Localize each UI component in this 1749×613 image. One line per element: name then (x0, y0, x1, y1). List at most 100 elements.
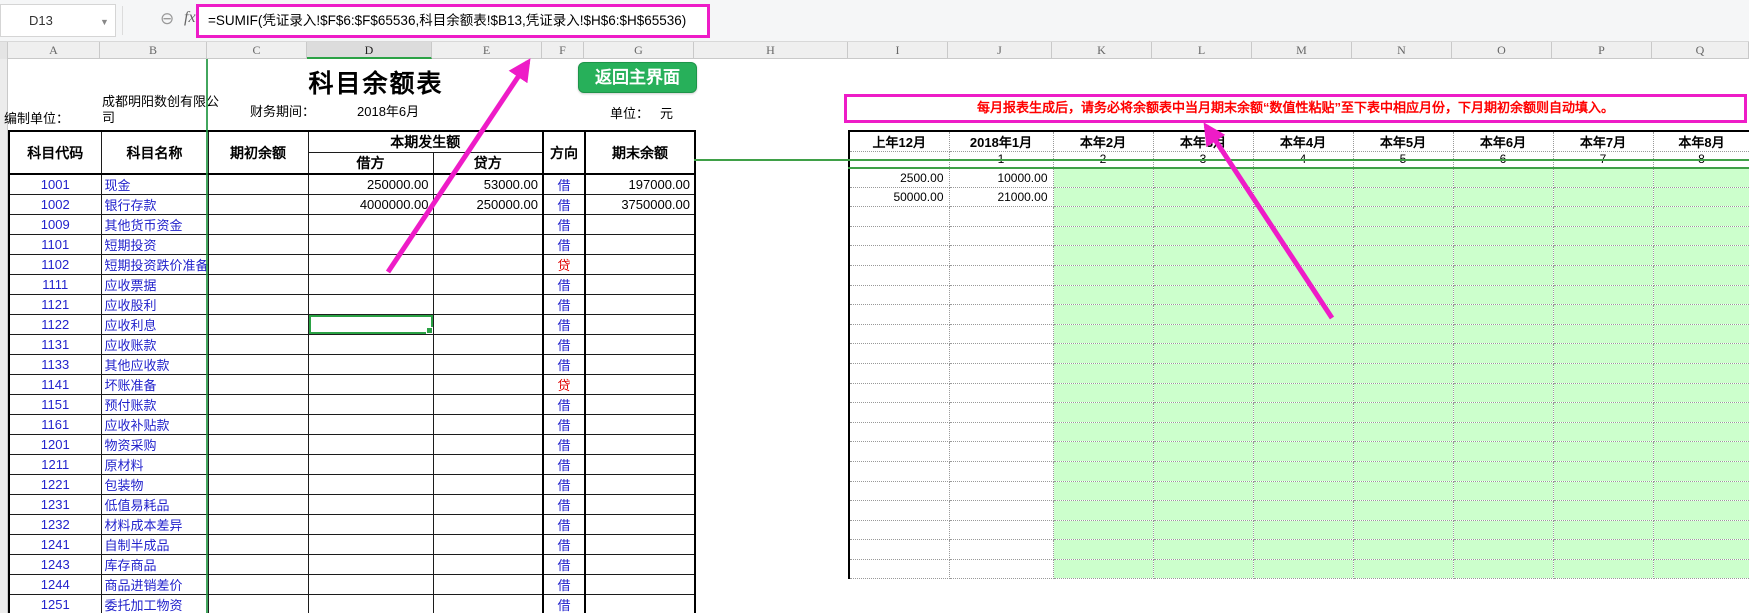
cell-credit[interactable] (432, 254, 544, 275)
column-letter-d-selected[interactable]: D (307, 42, 432, 59)
cell-month-value[interactable] (949, 520, 1054, 541)
cell-month-value[interactable] (1453, 167, 1554, 188)
cell-credit[interactable] (432, 294, 544, 315)
cell-month-value[interactable] (1153, 422, 1254, 443)
cell-account-code[interactable]: 1221 (8, 474, 102, 495)
cell-month-value[interactable] (1253, 226, 1354, 247)
cell-month-value[interactable] (1553, 245, 1654, 266)
cell-account-name[interactable]: 预付账款 (100, 394, 209, 415)
cell-month-value[interactable] (1353, 402, 1454, 423)
cell-month-value[interactable] (949, 206, 1054, 227)
cell-month-value[interactable] (1253, 559, 1354, 580)
cell-month-value[interactable] (1053, 363, 1154, 384)
cell-credit[interactable] (432, 514, 544, 535)
cell-debit[interactable] (307, 314, 434, 335)
cell-month-value[interactable] (1053, 422, 1154, 443)
column-letter-q[interactable]: Q (1652, 42, 1749, 59)
cell-month-value[interactable] (1553, 206, 1654, 227)
cell-month-value[interactable] (1553, 167, 1654, 188)
cell-month-value[interactable] (1153, 539, 1254, 560)
cell-month-value[interactable] (1453, 343, 1554, 364)
cell-direction[interactable]: 借 (542, 334, 586, 355)
cell-month-value[interactable] (1053, 441, 1154, 462)
cell-credit[interactable] (432, 454, 544, 475)
cell-debit[interactable] (307, 394, 434, 415)
cell-direction[interactable]: 借 (542, 294, 586, 315)
cell-month-value[interactable] (1553, 559, 1654, 580)
cell-month-value[interactable] (1253, 402, 1354, 423)
cell-direction[interactable]: 借 (542, 454, 586, 475)
cell-debit[interactable] (307, 554, 434, 575)
column-letter-i[interactable]: I (848, 42, 948, 59)
cell-account-code[interactable]: 1243 (8, 554, 102, 575)
cell-month-value[interactable] (949, 461, 1054, 482)
cell-account-code[interactable]: 1111 (8, 274, 102, 295)
cell-opening-balance[interactable] (207, 554, 309, 575)
cell-month-value[interactable] (1253, 539, 1354, 560)
column-letter-p[interactable]: P (1552, 42, 1652, 59)
cell-closing-balance[interactable] (584, 494, 696, 515)
cell-debit[interactable] (307, 254, 434, 275)
cell-debit[interactable] (307, 274, 434, 295)
cell-account-name[interactable]: 应收股利 (100, 294, 209, 315)
cell-account-name[interactable]: 坏账准备 (100, 374, 209, 395)
cell-month-value[interactable] (1453, 461, 1554, 482)
cell-month-value[interactable] (1553, 520, 1654, 541)
cell-month-value[interactable] (1553, 422, 1654, 443)
cell-month-value[interactable] (949, 304, 1054, 325)
cell-opening-balance[interactable] (207, 454, 309, 475)
cell-month-value[interactable] (1153, 520, 1254, 541)
cell-month-value[interactable]: 10000.00 (949, 167, 1054, 188)
cell-opening-balance[interactable] (207, 394, 309, 415)
cell-month-value[interactable] (849, 304, 950, 325)
name-box-dropdown-icon[interactable]: ▼ (100, 17, 109, 27)
cell-month-value[interactable] (1453, 520, 1554, 541)
cell-month-value[interactable] (1653, 265, 1749, 286)
column-letter-f[interactable]: F (542, 42, 584, 59)
cell-month-value[interactable] (1253, 363, 1354, 384)
column-letter-n[interactable]: N (1352, 42, 1452, 59)
cell-month-value[interactable] (849, 539, 950, 560)
cell-direction[interactable]: 借 (542, 394, 586, 415)
cell-credit[interactable] (432, 334, 544, 355)
column-letter-j[interactable]: J (948, 42, 1052, 59)
cell-month-value[interactable] (1253, 187, 1354, 208)
cell-opening-balance[interactable] (207, 374, 309, 395)
cell-debit[interactable] (307, 594, 434, 613)
cell-month-value[interactable] (1453, 226, 1554, 247)
cell-month-value[interactable] (1453, 481, 1554, 502)
cell-month-value[interactable] (949, 285, 1054, 306)
cell-month-value[interactable] (1153, 559, 1254, 580)
cell-month-value[interactable] (1653, 226, 1749, 247)
cell-account-code[interactable]: 1101 (8, 234, 102, 255)
cell-month-value[interactable] (1353, 265, 1454, 286)
cell-account-name[interactable]: 短期投资跌价准备 (100, 254, 209, 275)
cell-month-value[interactable] (1653, 167, 1749, 188)
cell-month-value[interactable] (949, 441, 1054, 462)
cell-closing-balance[interactable] (584, 314, 696, 335)
cell-month-value[interactable] (949, 500, 1054, 521)
cell-month-value[interactable] (1053, 559, 1154, 580)
cell-month-value[interactable] (1153, 265, 1254, 286)
cell-account-name[interactable]: 商品进销差价 (100, 574, 209, 595)
cell-credit[interactable] (432, 574, 544, 595)
cell-month-value[interactable] (849, 285, 950, 306)
cell-direction[interactable]: 借 (542, 234, 586, 255)
cell-debit[interactable] (307, 454, 434, 475)
cell-month-value[interactable] (1253, 520, 1354, 541)
cell-account-name[interactable]: 材料成本差异 (100, 514, 209, 535)
cell-month-value[interactable] (1153, 363, 1254, 384)
cell-direction[interactable]: 借 (542, 173, 586, 195)
cell-closing-balance[interactable] (584, 254, 696, 275)
cell-month-value[interactable] (1053, 324, 1154, 345)
cell-month-value[interactable] (1553, 500, 1654, 521)
cell-closing-balance[interactable] (584, 374, 696, 395)
column-letter-e[interactable]: E (432, 42, 542, 59)
cell-account-name[interactable]: 委托加工物资 (100, 594, 209, 613)
cell-opening-balance[interactable] (207, 414, 309, 435)
cell-account-code[interactable]: 1232 (8, 514, 102, 535)
cell-month-value[interactable] (1053, 187, 1154, 208)
fx-icon[interactable]: fx (184, 9, 196, 27)
cell-direction[interactable]: 借 (542, 194, 586, 215)
cell-month-value[interactable] (949, 383, 1054, 404)
